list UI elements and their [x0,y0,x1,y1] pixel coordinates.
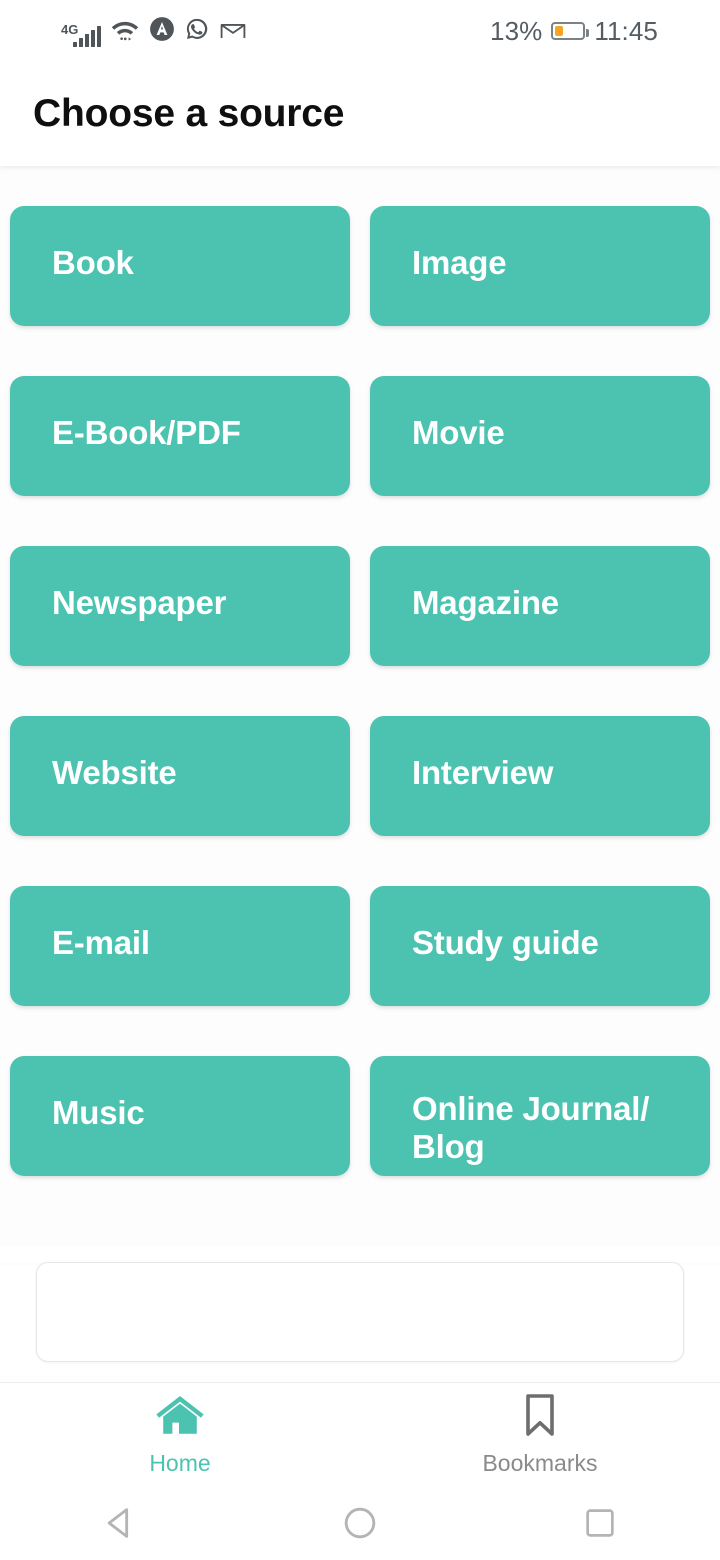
source-button-book[interactable]: Book [10,206,350,326]
ad-shield [0,1246,720,1262]
source-button-online-journal-blog[interactable]: Online Journal/ Blog [370,1056,710,1176]
home-circle-icon[interactable] [240,1503,480,1543]
app-header: Choose a source [0,62,720,166]
phone-screen: 4G 13% 11:45 Choose a source Book Image … [0,0,720,1560]
source-button-movie[interactable]: Movie [370,376,710,496]
home-icon [154,1392,206,1443]
status-bar-left-icons: 4G [61,16,247,47]
source-button-interview[interactable]: Interview [370,716,710,836]
source-list-scroll[interactable]: Book Image E-Book/PDF Movie Newspaper Ma… [0,166,720,1266]
ad-placeholder-card[interactable] [36,1262,684,1362]
battery-fill [555,26,564,36]
whatsapp-icon [184,16,210,47]
tab-bookmarks[interactable]: Bookmarks [360,1383,720,1486]
ad-base-spacer [0,1362,720,1382]
source-button-magazine[interactable]: Magazine [370,546,710,666]
android-nav-bar [0,1486,720,1560]
battery-icon [551,22,590,40]
adguard-icon [149,16,175,47]
bookmark-icon [518,1392,562,1443]
status-bar-right: 13% 11:45 [490,16,658,47]
tab-home-label: Home [149,1450,211,1476]
source-button-music[interactable]: Music [10,1056,350,1176]
wifi-icon [110,18,140,47]
source-button-image[interactable]: Image [370,206,710,326]
page-title: Choose a source [33,92,345,135]
battery-percent-label: 13% [490,15,543,46]
status-bar: 4G 13% 11:45 [0,0,720,62]
recents-icon[interactable] [480,1504,720,1542]
tab-bookmarks-label: Bookmarks [482,1450,598,1476]
signal-bars-icon: 4G [61,22,101,47]
source-button-study-guide[interactable]: Study guide [370,886,710,1006]
source-grid: Book Image E-Book/PDF Movie Newspaper Ma… [0,166,720,1176]
back-icon[interactable] [0,1503,240,1543]
gmail-icon [219,18,247,47]
network-type-label: 4G [61,21,79,37]
source-button-newspaper[interactable]: Newspaper [10,546,350,666]
source-button-ebook-pdf[interactable]: E-Book/PDF [10,376,350,496]
clock-label: 11:45 [594,15,658,46]
source-button-website[interactable]: Website [10,716,350,836]
tab-home[interactable]: Home [0,1383,360,1486]
bottom-tab-bar: Home Bookmarks [0,1382,720,1486]
source-button-email[interactable]: E-mail [10,886,350,1006]
